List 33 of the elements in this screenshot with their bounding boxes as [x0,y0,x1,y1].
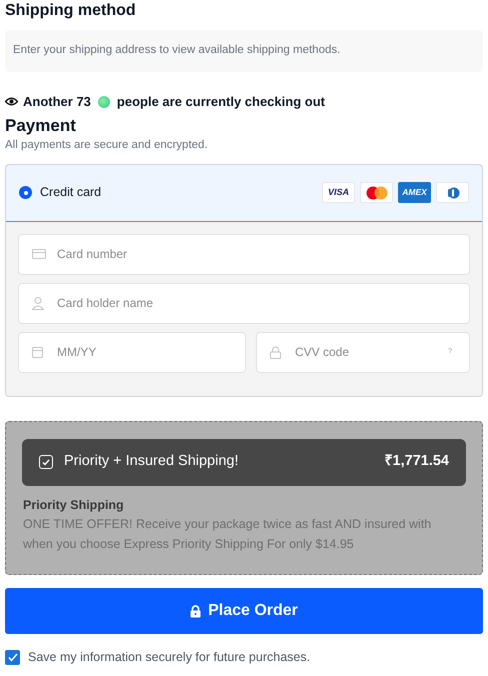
counter-text: Another 73 [23,93,91,111]
checkmark-icon [42,458,50,466]
amex-logo: AMEX [398,182,431,203]
place-order-button[interactable]: Place Order [5,588,483,634]
upsell-price: ₹1,771.54 [384,452,449,472]
upsell-label: Priority + Insured Shipping! [64,452,240,472]
person-icon [32,296,44,310]
section-subtitle: All payments are secure and encrypted. [5,138,209,152]
option-label: Credit card [40,184,102,202]
checkmark-icon [8,653,18,662]
radio-button[interactable] [19,186,32,199]
diners-logo [436,182,469,203]
eye-icon [5,97,18,106]
upsell-title: Priority Shipping [22,496,125,514]
payment-option[interactable]: Credit card VISA AMEX [6,164,482,222]
input-field[interactable]: Card number [18,234,470,274]
lock-icon [270,346,281,358]
input-field[interactable]: MM/YY [18,332,246,372]
section-title: Shipping method [5,1,137,21]
counter-text: people are currently checking out [116,93,325,111]
input-field[interactable]: Card holder name [18,282,470,324]
lock-icon [190,604,202,618]
section-title: Payment [5,114,77,136]
calendar-icon [32,346,43,358]
checkbox-label: Save my information securely for future purchases. [28,649,310,666]
checkbox[interactable] [39,455,53,469]
visa-logo: VISA [322,182,355,203]
notice-text: Enter your shipping address to view available shipping methods. [13,43,340,58]
mastercard-logo [360,182,393,203]
upsell-description: ONE TIME OFFER! Receive your package twice as fast AND insured with when you choose Express Priority Shipping For only $14.95 [22,516,432,554]
credit-card-icon [32,249,46,259]
checkbox[interactable] [5,650,20,666]
upsell-bar[interactable]: Priority + Insured Shipping! ₹1,771.54 [22,438,466,486]
